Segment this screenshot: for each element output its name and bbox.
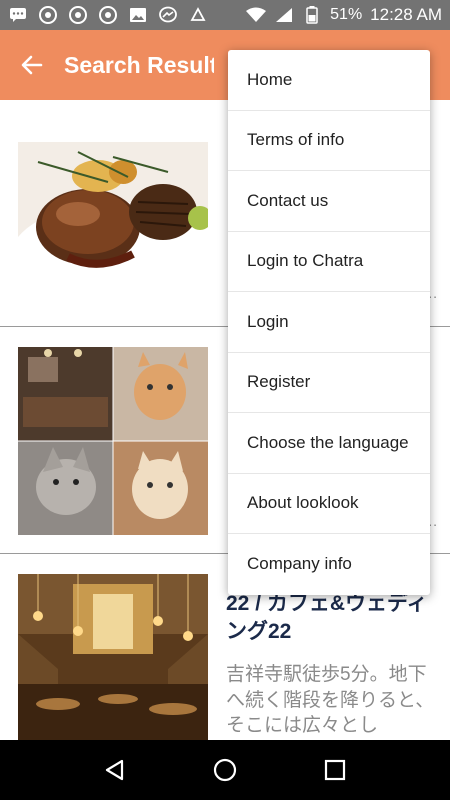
menu-item-home[interactable]: Home bbox=[228, 50, 430, 111]
signal-icon bbox=[274, 6, 294, 24]
menu-item-terms[interactable]: Terms of info bbox=[228, 111, 430, 171]
chrome-icon bbox=[68, 6, 88, 24]
app-notification-icon bbox=[188, 6, 208, 24]
system-nav-bar bbox=[0, 740, 450, 800]
result-description: 吉祥寺駅徒歩5分。地下へ続く階段を降りると、そこには広々とし bbox=[226, 664, 435, 737]
result-thumbnail[interactable] bbox=[18, 142, 208, 284]
arrow-left-icon bbox=[21, 55, 43, 75]
clock: 12:28 AM bbox=[370, 5, 442, 24]
chat-bubble-icon bbox=[8, 6, 28, 24]
nav-home-button[interactable] bbox=[195, 740, 255, 800]
battery-percent: 51% bbox=[330, 6, 363, 23]
menu-item-login-chatra[interactable]: Login to Chatra bbox=[228, 232, 430, 292]
notification-icons bbox=[8, 6, 208, 24]
triangle-back-icon bbox=[105, 759, 124, 781]
status-bar: 51% 12:28 AM bbox=[0, 0, 450, 30]
image-icon bbox=[128, 6, 148, 24]
menu-item-register[interactable]: Register bbox=[228, 353, 430, 413]
square-recents-icon bbox=[324, 759, 346, 781]
battery-icon bbox=[302, 6, 322, 24]
nav-recents-button[interactable] bbox=[305, 740, 365, 800]
system-status: 51% 12:28 AM bbox=[246, 5, 442, 25]
wifi-icon bbox=[246, 6, 267, 24]
chrome-icon bbox=[38, 6, 58, 24]
nav-back-button[interactable] bbox=[85, 740, 145, 800]
menu-item-login[interactable]: Login bbox=[228, 292, 430, 353]
chrome-icon bbox=[98, 6, 118, 24]
result-thumbnail[interactable] bbox=[18, 347, 208, 535]
overflow-menu: Home Terms of info Contact us Login to C… bbox=[228, 50, 430, 595]
messenger-icon bbox=[158, 6, 178, 24]
menu-item-about[interactable]: About looklook bbox=[228, 474, 430, 534]
food-photo bbox=[18, 142, 208, 284]
menu-item-contact[interactable]: Contact us bbox=[228, 171, 430, 232]
cafe-interior-photo bbox=[18, 574, 208, 740]
cat-cafe-collage bbox=[18, 347, 208, 535]
menu-item-language[interactable]: Choose the language bbox=[228, 413, 430, 474]
page-title: Search Results bbox=[64, 51, 214, 78]
back-button[interactable] bbox=[0, 30, 64, 100]
menu-item-company[interactable]: Company info bbox=[228, 534, 430, 595]
result-title[interactable]: 22 / カフェ&ウェディング22 bbox=[226, 590, 436, 647]
circle-home-icon bbox=[213, 758, 237, 782]
result-thumbnail[interactable] bbox=[18, 574, 208, 740]
